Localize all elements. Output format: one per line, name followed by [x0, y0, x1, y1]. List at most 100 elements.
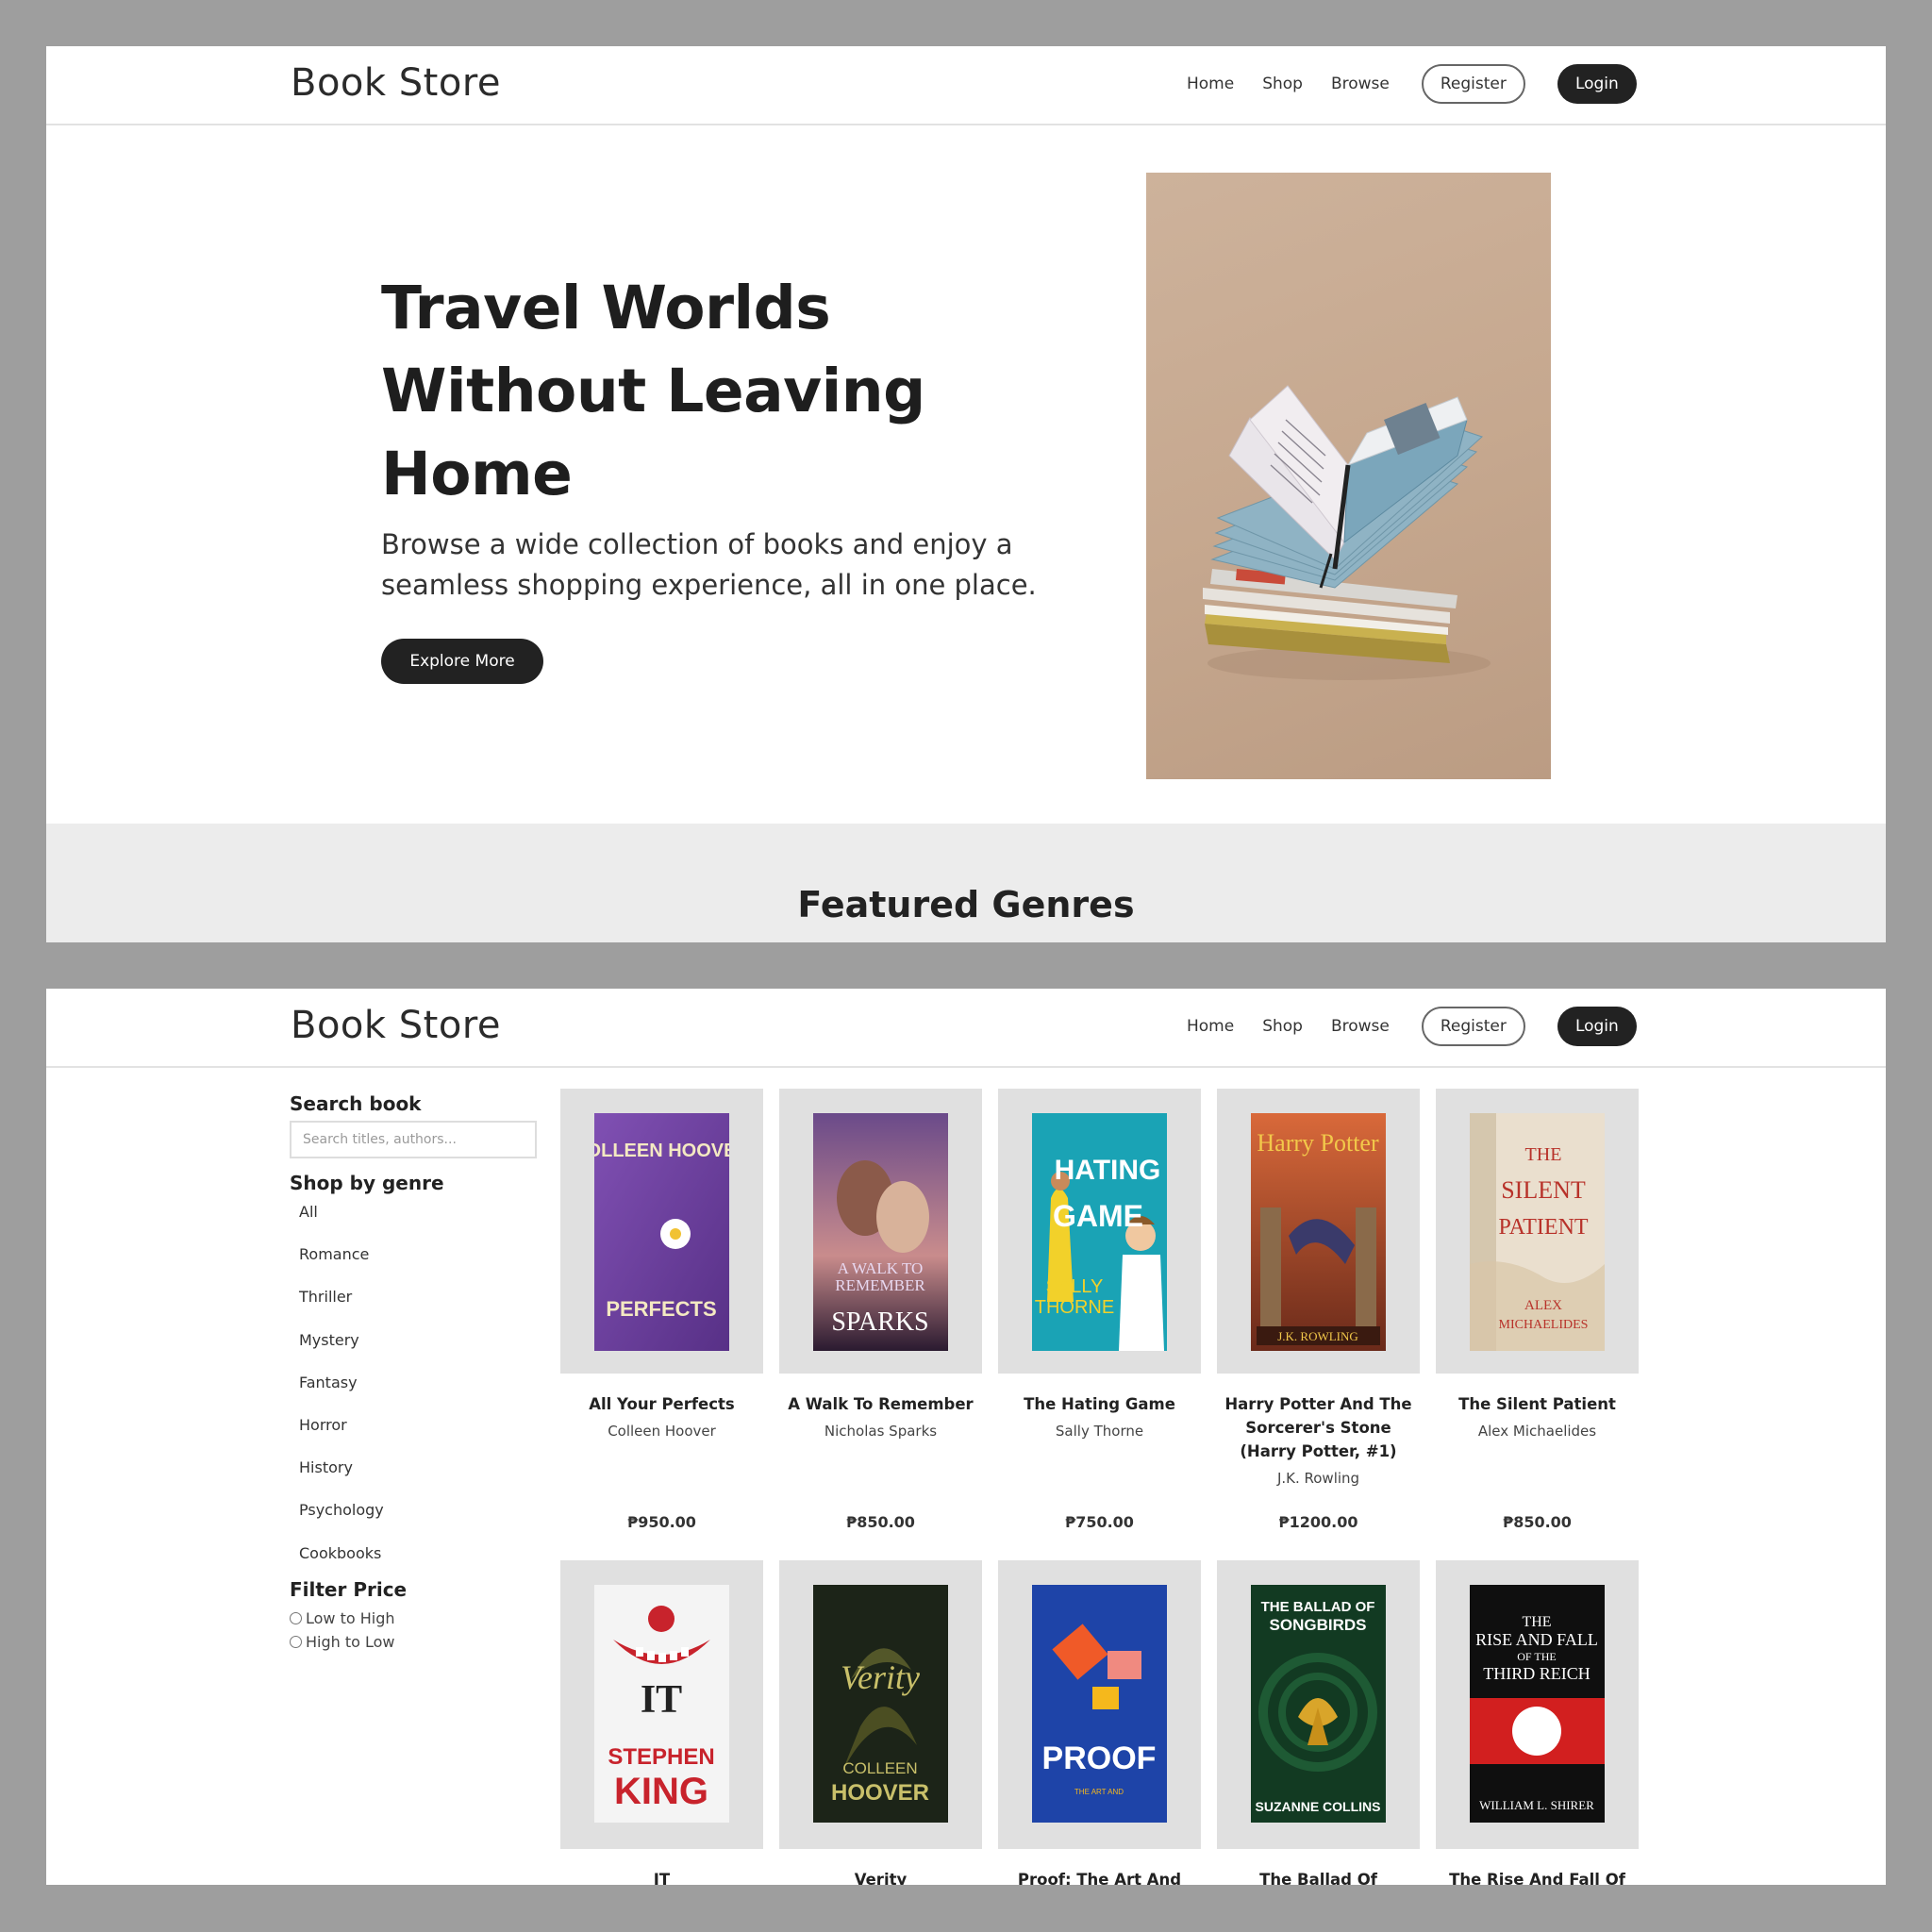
- book-cover-frame[interactable]: COLLEEN HOOVER PERFECTS: [560, 1089, 763, 1374]
- svg-text:HOOVER: HOOVER: [831, 1780, 929, 1806]
- book-title[interactable]: The Rise And Fall Of The: [1436, 1868, 1639, 1885]
- cover-title-text: Harry Potter: [1257, 1129, 1379, 1157]
- svg-text:THE: THE: [1525, 1144, 1562, 1165]
- nav-browse-link[interactable]: Browse: [1331, 75, 1390, 93]
- book-card[interactable]: THE BALLAD OF SONGBIRDS SUZANNE COLLINS …: [1217, 1560, 1420, 1885]
- book-cover-frame[interactable]: PROOF THE ART AND: [998, 1560, 1201, 1849]
- genre-item-all[interactable]: All: [290, 1202, 537, 1244]
- filter-low-to-high-label: Low to High: [306, 1608, 395, 1627]
- register-button[interactable]: Register: [1421, 1007, 1525, 1046]
- genre-item-history[interactable]: History: [290, 1457, 537, 1500]
- svg-text:SONGBIRDS: SONGBIRDS: [1270, 1616, 1367, 1634]
- book-card[interactable]: Harry Potter J.K. ROWLING Harry Potter A…: [1217, 1089, 1420, 1531]
- book-cover-art: PROOF THE ART AND: [1032, 1585, 1167, 1823]
- svg-text:COLLEEN: COLLEEN: [842, 1759, 917, 1777]
- book-cover: A WALK TO REMEMBER SPARKS: [813, 1113, 948, 1351]
- genre-item-fantasy[interactable]: Fantasy: [290, 1373, 537, 1415]
- svg-text:MICHAELIDES: MICHAELIDES: [1499, 1318, 1589, 1332]
- book-card[interactable]: COLLEEN HOOVER PERFECTS All Your Perfect…: [560, 1089, 763, 1531]
- book-author: Sally Thorne: [1055, 1423, 1144, 1440]
- svg-text:IT: IT: [641, 1678, 682, 1722]
- book-cover-frame[interactable]: HATING GAME SALLY THORNE: [998, 1089, 1201, 1374]
- nav-home-link[interactable]: Home: [1187, 75, 1234, 93]
- genre-item-romance[interactable]: Romance: [290, 1244, 537, 1287]
- book-title[interactable]: The Ballad Of Songbirds: [1217, 1868, 1420, 1885]
- register-button[interactable]: Register: [1421, 64, 1525, 104]
- radio-icon[interactable]: [290, 1611, 302, 1624]
- nav-home-link[interactable]: Home: [1187, 1017, 1234, 1036]
- svg-text:PROOF: PROOF: [1042, 1740, 1157, 1776]
- filter-low-to-high[interactable]: Low to High: [290, 1607, 537, 1630]
- book-card[interactable]: HATING GAME SALLY THORNE The Hating Game…: [998, 1089, 1201, 1531]
- book-price: ₱950.00: [627, 1513, 696, 1531]
- svg-text:THE BALLAD OF: THE BALLAD OF: [1261, 1599, 1375, 1615]
- book-card[interactable]: THE SILENT PATIENT ALEX MICHAELIDES The …: [1436, 1089, 1639, 1531]
- brand-logo[interactable]: Book Store: [291, 1004, 501, 1047]
- book-cover-frame[interactable]: THE BALLAD OF SONGBIRDS SUZANNE COLLINS: [1217, 1560, 1420, 1849]
- open-book-illustration: [1203, 385, 1491, 680]
- svg-text:PERFECTS: PERFECTS: [606, 1297, 716, 1321]
- book-cover-frame[interactable]: THE SILENT PATIENT ALEX MICHAELIDES: [1436, 1089, 1639, 1374]
- filter-high-to-low[interactable]: High to Low: [290, 1630, 537, 1654]
- hero-section: Travel Worlds Without Leaving Home Brows…: [46, 125, 1886, 824]
- book-title[interactable]: The Hating Game: [998, 1392, 1201, 1416]
- svg-text:SUZANNE COLLINS: SUZANNE COLLINS: [1256, 1799, 1381, 1814]
- cover-author-text: SPARKS: [831, 1307, 928, 1337]
- login-button[interactable]: Login: [1557, 64, 1637, 104]
- book-cover-frame[interactable]: IT STEPHEN KING: [560, 1560, 763, 1849]
- genre-item-thriller[interactable]: Thriller: [290, 1287, 537, 1329]
- book-card[interactable]: PROOF THE ART AND Proof: The Art And: [998, 1560, 1201, 1885]
- book-title[interactable]: The Silent Patient: [1436, 1392, 1639, 1416]
- book-author: J.K. Rowling: [1276, 1470, 1360, 1487]
- genre-item-psychology[interactable]: Psychology: [290, 1500, 537, 1542]
- login-button[interactable]: Login: [1557, 1007, 1637, 1046]
- book-cover-frame[interactable]: THE RISE AND FALL OF THE THIRD REICH WIL…: [1436, 1560, 1639, 1849]
- book-cover-frame[interactable]: A WALK TO REMEMBER SPARKS: [779, 1089, 982, 1374]
- book-card[interactable]: Verity COLLEEN HOOVER Verity: [779, 1560, 982, 1885]
- book-title[interactable]: Proof: The Art And: [998, 1868, 1201, 1885]
- search-input[interactable]: [290, 1121, 537, 1158]
- svg-text:J.K. ROWLING: J.K. ROWLING: [1277, 1329, 1358, 1343]
- book-title[interactable]: Verity: [779, 1868, 982, 1885]
- featured-genres-title: Featured Genres: [797, 884, 1135, 925]
- book-cover-frame[interactable]: Verity COLLEEN HOOVER: [779, 1560, 982, 1849]
- book-card[interactable]: IT STEPHEN KING IT: [560, 1560, 763, 1885]
- genre-heading: Shop by genre: [290, 1172, 444, 1194]
- radio-icon[interactable]: [290, 1635, 302, 1648]
- svg-text:A WALK TO: A WALK TO: [838, 1259, 924, 1277]
- book-title[interactable]: Harry Potter And The Sorcerer's Stone (H…: [1217, 1392, 1420, 1463]
- book-cover: THE RISE AND FALL OF THE THIRD REICH WIL…: [1470, 1585, 1605, 1823]
- book-price: ₱850.00: [846, 1513, 915, 1531]
- explore-more-button[interactable]: Explore More: [381, 639, 543, 684]
- navbar: Book Store Home Shop Browse Register Log…: [46, 989, 1886, 1068]
- home-page-view: Book Store Home Shop Browse Register Log…: [46, 46, 1886, 942]
- book-cover-frame[interactable]: Harry Potter J.K. ROWLING: [1217, 1089, 1420, 1374]
- genre-item-mystery[interactable]: Mystery: [290, 1330, 537, 1373]
- book-title[interactable]: IT: [560, 1868, 763, 1885]
- book-card[interactable]: A WALK TO REMEMBER SPARKS A Walk To Reme…: [779, 1089, 982, 1531]
- filter-high-to-low-label: High to Low: [306, 1632, 395, 1651]
- nav-browse-link[interactable]: Browse: [1331, 1017, 1390, 1036]
- genre-list: All Romance Thriller Mystery Fantasy Hor…: [290, 1202, 537, 1586]
- svg-text:OF THE: OF THE: [1517, 1650, 1556, 1663]
- brand-logo[interactable]: Book Store: [291, 61, 501, 105]
- genre-item-horror[interactable]: Horror: [290, 1415, 537, 1457]
- book-cover: Harry Potter J.K. ROWLING: [1251, 1113, 1386, 1351]
- book-cover-art: Verity COLLEEN HOOVER: [813, 1585, 948, 1823]
- book-cover-art: THE RISE AND FALL OF THE THIRD REICH WIL…: [1470, 1585, 1605, 1823]
- navbar: Book Store Home Shop Browse Register Log…: [46, 46, 1886, 125]
- svg-text:THORNE: THORNE: [1035, 1297, 1114, 1318]
- book-cover: HATING GAME SALLY THORNE: [1032, 1113, 1167, 1351]
- shop-sidebar: Search book Shop by genre All Romance Th…: [290, 1092, 537, 1654]
- nav-shop-link[interactable]: Shop: [1262, 1017, 1303, 1036]
- book-title[interactable]: A Walk To Remember: [779, 1392, 982, 1416]
- book-cover: PROOF THE ART AND: [1032, 1585, 1167, 1823]
- book-price: ₱750.00: [1065, 1513, 1134, 1531]
- book-cover-art: THE BALLAD OF SONGBIRDS SUZANNE COLLINS: [1251, 1585, 1386, 1823]
- book-price: ₱1200.00: [1278, 1513, 1358, 1531]
- book-title[interactable]: All Your Perfects: [560, 1392, 763, 1416]
- svg-text:THE ART AND: THE ART AND: [1074, 1788, 1124, 1796]
- svg-text:THIRD REICH: THIRD REICH: [1483, 1664, 1591, 1683]
- book-card[interactable]: THE RISE AND FALL OF THE THIRD REICH WIL…: [1436, 1560, 1639, 1885]
- nav-shop-link[interactable]: Shop: [1262, 75, 1303, 93]
